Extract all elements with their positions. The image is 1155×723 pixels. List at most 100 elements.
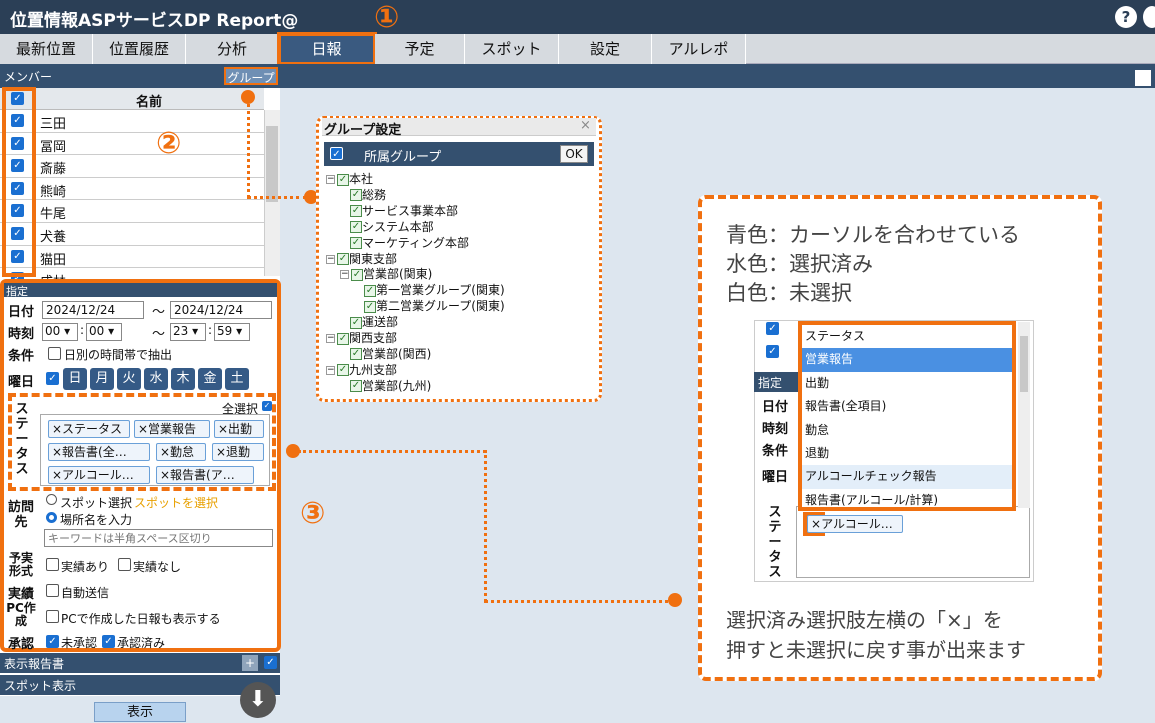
tree-node[interactable]: ✓ マーケティング本部 [350,234,469,251]
date-from-input[interactable]: 2024/12/24 [42,301,144,319]
tree-node[interactable]: − ✓ 九州支部 [326,361,397,378]
list-item[interactable]: ✓ 三田 [0,110,264,133]
tree-node[interactable]: ✓ 運送部 [350,313,398,330]
show-button[interactable]: 表示 [94,702,186,722]
tree-checkbox[interactable]: ✓ [350,348,362,361]
dropdown-option[interactable]: 退勤 [802,442,1012,465]
tree-checkbox[interactable]: ✓ [337,364,349,377]
tree-checkbox[interactable]: ✓ [337,253,349,265]
status-chip[interactable]: ×報告書(ア… [156,466,254,484]
tree-checkbox[interactable]: ✓ [350,189,362,202]
status-chip[interactable]: ×報告書(全… [48,443,150,461]
status-chip[interactable]: ×営業報告 [134,420,210,438]
tree-checkbox[interactable]: ✓ [350,237,362,250]
tab-alrepo[interactable]: アルレポ [652,34,746,64]
close-icon[interactable]: × [580,118,591,133]
time-from-hour-select[interactable]: 00 ▾ [42,323,78,341]
dropdown-option[interactable]: アルコールチェック報告 [802,465,1012,489]
day-sun[interactable]: 日 [63,368,87,390]
tree-node[interactable]: − ✓ 関東支部 [326,250,397,267]
chip-remove-icon[interactable]: × [811,517,821,531]
time-to-minute-select[interactable]: 59 ▾ [214,323,250,341]
tree-checkbox[interactable]: ✓ [351,268,363,281]
tab-position-history[interactable]: 位置履歴 [93,34,186,64]
tree-node[interactable]: − ✓ 本社 [326,170,373,187]
keyword-input[interactable] [44,529,273,547]
tree-node[interactable]: ✓ 営業部(九州) [350,377,431,394]
plan-yes-checkbox[interactable] [46,558,59,571]
report-checkbox[interactable]: ✓ [264,656,277,669]
day-sat[interactable]: 土 [225,368,249,390]
dropdown-option[interactable]: 営業報告 [802,348,1012,372]
tab-settings[interactable]: 設定 [559,34,652,64]
tree-checkbox[interactable]: ✓ [337,173,349,186]
day-thu[interactable]: 木 [171,368,195,390]
spot-radio[interactable] [46,494,57,505]
user-icon[interactable] [1143,6,1155,28]
dropdown-option[interactable]: 出勤 [802,372,1012,395]
ok-button[interactable]: OK [560,145,588,163]
day-mon[interactable]: 月 [90,368,114,390]
plan-no-checkbox[interactable] [118,558,131,571]
expand-icon[interactable]: − [326,365,335,375]
tree-node[interactable]: − ✓ 関西支部 [326,329,397,346]
tree-node[interactable]: ✓ サービス事業本部 [350,202,458,219]
scroll-down-icon[interactable]: ⬇ [240,682,276,718]
tree-checkbox[interactable]: ✓ [350,380,362,393]
select-all-status-checkbox[interactable]: ✓ [262,401,272,411]
dropdown-option[interactable]: 報告書(アルコール/計算) [802,489,1012,507]
dropdown-scroll-thumb[interactable] [1020,336,1028,392]
list-item[interactable]: ✓ 犬養 [0,223,264,246]
affiliation-checkbox[interactable]: ✓ [330,147,343,160]
time-window-checkbox[interactable] [48,347,61,360]
place-radio[interactable] [46,512,57,523]
scrollbar-thumb[interactable] [266,126,278,202]
day-wed[interactable]: 水 [144,368,168,390]
day-fri[interactable]: 金 [198,368,222,390]
list-item[interactable]: ✓ 冨岡 [0,133,264,156]
list-item[interactable]: ✓ 熊崎 [0,178,264,201]
tree-node[interactable]: ✓ システム本部 [350,218,434,235]
spot-select-link[interactable]: スポットを選択 [134,494,218,511]
status-chip[interactable]: ×アルコール… [48,466,150,484]
tree-checkbox[interactable]: ✓ [350,316,362,329]
tree-checkbox[interactable]: ✓ [337,332,349,345]
tab-schedule[interactable]: 予定 [375,34,465,64]
tab-latest-position[interactable]: 最新位置 [0,34,93,64]
tree-node[interactable]: ✓ 第二営業グループ(関東) [364,297,505,314]
dropdown-option[interactable]: ステータス [802,325,1012,348]
tree-checkbox[interactable]: ✓ [350,221,362,234]
status-chip[interactable]: ×勤怠 [156,443,206,461]
time-from-minute-select[interactable]: 00 ▾ [86,323,122,341]
tab-daily-report[interactable]: 日報 [277,32,377,66]
approved-checkbox[interactable]: ✓ [102,635,115,648]
dow-all-checkbox[interactable]: ✓ [46,372,59,385]
tree-node[interactable]: ✓ 営業部(関西) [350,345,431,362]
auto-send-checkbox[interactable] [46,584,59,597]
tab-spot[interactable]: スポット [465,34,559,64]
add-report-icon[interactable]: + [242,655,258,671]
group-button[interactable]: グループ [224,67,278,85]
dropdown-option[interactable]: 勤怠 [802,419,1012,442]
status-dropdown[interactable]: ステータス 営業報告 出勤 報告書(全項目) 勤怠 退勤 アルコールチェック報告 報告書(アル… [798,321,1016,511]
dropdown-option[interactable]: 報告書(全項目) [802,395,1012,418]
expand-icon[interactable]: − [340,270,349,280]
mini-chip[interactable]: ×アルコール… [807,515,903,533]
expand-icon[interactable]: − [326,334,335,343]
collapse-icon[interactable] [1135,70,1151,86]
expand-icon[interactable]: − [326,175,335,184]
tree-node[interactable]: ✓ 第一営業グループ(関東) [364,281,505,298]
status-chip[interactable]: ×退勤 [212,443,264,461]
list-item[interactable]: ✓ 猫田 [0,246,264,269]
day-tue[interactable]: 火 [117,368,141,390]
status-chip[interactable]: ×出勤 [214,420,264,438]
unapproved-checkbox[interactable]: ✓ [46,635,59,648]
tab-analysis[interactable]: 分析 [186,34,279,64]
list-item[interactable]: ✓ 斎藤 [0,155,264,178]
pc-checkbox[interactable] [46,610,59,623]
expand-icon[interactable]: − [326,254,335,264]
time-to-hour-select[interactable]: 23 ▾ [170,323,206,341]
date-to-input[interactable]: 2024/12/24 [170,301,272,319]
tree-checkbox[interactable]: ✓ [350,205,362,218]
tree-node[interactable]: ✓ 総務 [350,186,386,203]
